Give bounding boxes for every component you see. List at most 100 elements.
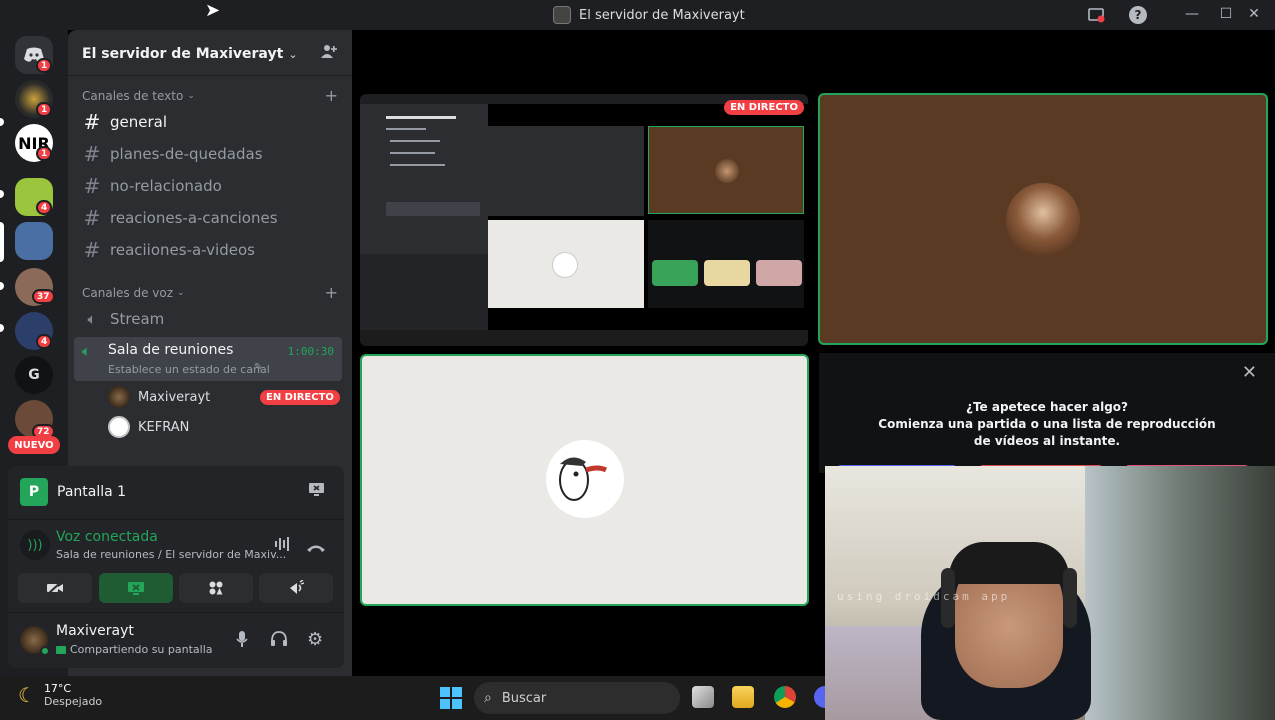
user-status: Compartiendo su pantalla <box>70 643 213 656</box>
mirror-nested <box>488 126 644 216</box>
channel-reaciones-a-canciones[interactable]: # reaciones-a-canciones <box>82 202 338 234</box>
avatar <box>546 440 624 518</box>
soundboard-button[interactable] <box>259 573 333 603</box>
new-badge: NUEVO <box>8 436 60 454</box>
taskbar-search[interactable]: ⌕ Buscar <box>474 682 680 714</box>
moon-icon: ☾ <box>18 683 36 707</box>
screen-share-title: Pantalla 1 <box>57 484 127 500</box>
disconnect-icon[interactable] <box>306 538 326 557</box>
text-category-label: Canales de texto <box>82 89 184 103</box>
active-server-icon[interactable] <box>15 222 53 260</box>
unread-badge: 37 <box>32 289 55 304</box>
weather-condition: Despejado <box>43 695 103 708</box>
mirror-text <box>390 140 440 142</box>
activities-button[interactable] <box>179 573 253 603</box>
mirror-sidebar <box>360 104 488 330</box>
server-icon-g[interactable]: G <box>15 356 53 394</box>
add-voice-channel-icon[interactable]: + <box>325 283 338 302</box>
user-status-row: Compartiendo su pantalla <box>56 643 213 656</box>
stop-streaming-icon[interactable] <box>308 482 325 501</box>
voice-member[interactable]: KEFRAN <box>108 414 189 440</box>
window-title-text: El servidor de Maxiverayt <box>579 7 745 23</box>
participant-tile-maxiverayt[interactable] <box>818 93 1268 345</box>
avatar <box>108 386 130 408</box>
chevron-down-icon: ⌄ <box>177 288 185 298</box>
headphones-icon[interactable] <box>270 631 288 651</box>
unread-badge: 4 <box>36 200 53 215</box>
unread-badge: 1 <box>36 58 53 73</box>
minimize-button[interactable]: — <box>1182 6 1202 22</box>
discord-taskbar-icon[interactable] <box>814 686 825 708</box>
hash-icon: # <box>83 110 101 134</box>
hash-icon: # <box>83 142 101 166</box>
channel-no-relacionado[interactable]: # no-relacionado <box>82 170 338 202</box>
mirror-brown-tile <box>648 126 804 214</box>
hash-icon: # <box>83 206 101 230</box>
live-badge: EN DIRECTO <box>260 390 340 405</box>
task-view-icon[interactable] <box>692 686 714 708</box>
participant-tile-kefran[interactable] <box>360 354 809 606</box>
voice-status[interactable]: Voz conectada <box>56 529 158 545</box>
channel-planes-de-quedadas[interactable]: # planes-de-quedadas <box>82 138 338 170</box>
unread-pip <box>0 190 4 198</box>
close-button[interactable]: ✕ <box>1244 6 1264 22</box>
channel-label: Stream <box>110 310 165 328</box>
channel-general[interactable]: # general <box>82 106 338 138</box>
headphone-cup <box>1063 568 1077 628</box>
server-header[interactable]: El servidor de Maxiverayt ⌄ <box>68 30 352 76</box>
chrome-icon[interactable] <box>774 686 796 708</box>
voice-category-label: Canales de voz <box>82 286 174 300</box>
voice-location[interactable]: Sala de reuniones / El servidor de Maxiv… <box>56 548 286 561</box>
channel-reaciiones-a-videos[interactable]: # reaciiones-a-videos <box>82 234 338 266</box>
soundboard-icon <box>290 580 304 594</box>
mirror-activity <box>648 220 804 308</box>
inbox-icon[interactable] <box>1086 6 1106 28</box>
channel-label: reaciones-a-canciones <box>110 209 278 227</box>
activity-subtitle: Comienza una partida o una lista de repr… <box>878 417 1216 448</box>
voice-category[interactable]: Canales de voz ⌄ <box>82 286 185 300</box>
unread-badge: 4 <box>36 334 53 349</box>
speaker-icon: 🔈︎ <box>87 310 97 328</box>
windows-start-icon[interactable] <box>440 687 462 713</box>
channel-status-hint[interactable]: Establece un estado de canal <box>108 363 270 376</box>
activity-card <box>704 260 750 286</box>
mirror-stage <box>488 104 808 330</box>
screen-share-tile[interactable]: EN DIRECTO <box>360 94 808 346</box>
file-explorer-icon[interactable] <box>732 686 754 708</box>
server-name-row: El servidor de Maxiverayt ⌄ <box>82 43 298 62</box>
pencil-icon[interactable]: ✎ <box>254 362 262 373</box>
help-icon[interactable]: ? <box>1129 6 1147 24</box>
speaker-icon: 🔈︎ <box>82 342 92 360</box>
unread-badge: 1 <box>36 102 53 117</box>
divider <box>8 612 344 613</box>
member-name: Maxiverayt <box>138 389 211 405</box>
maximize-button[interactable]: ☐ <box>1216 6 1236 22</box>
voice-timer: 1:00:30 <box>287 345 334 358</box>
close-icon[interactable]: ✕ <box>1242 362 1257 383</box>
webcam-overlay: using droidcam app <box>825 466 1275 720</box>
user-name[interactable]: Maxiverayt <box>56 623 134 639</box>
unread-badge: 1 <box>36 146 53 161</box>
camera-off-button[interactable] <box>18 573 92 603</box>
weather-text: 17°C Despejado <box>44 682 102 708</box>
text-category[interactable]: Canales de texto ⌄ <box>82 89 195 103</box>
activities-icon <box>209 581 223 595</box>
microphone-icon[interactable] <box>236 630 248 652</box>
gear-icon[interactable]: ⚙ <box>307 629 323 650</box>
voice-channel-label: Sala de reuniones <box>108 342 234 358</box>
screen-share-button[interactable] <box>99 573 173 603</box>
server-name: El servidor de Maxiverayt <box>82 46 284 62</box>
voice-member[interactable]: Maxiverayt <box>108 384 210 410</box>
noise-suppression-icon[interactable] <box>274 536 292 555</box>
voice-channel-stream[interactable]: 🔈︎ Stream <box>82 303 338 335</box>
voice-channel-sala-de-reuniones[interactable]: 🔈︎ Sala de reuniones 1:00:30 Establece u… <box>74 337 342 381</box>
camera-off-icon <box>47 581 63 595</box>
windows-taskbar: ☾ 17°C Despejado ⌕ Buscar <box>0 676 825 720</box>
window-title: El servidor de Maxiverayt <box>553 6 745 24</box>
add-member-icon[interactable] <box>320 43 338 63</box>
signal-icon: ))) <box>20 530 50 560</box>
weather-widget[interactable]: ☾ 17°C Despejado <box>18 682 102 708</box>
add-text-channel-icon[interactable]: + <box>325 86 338 105</box>
avatar <box>715 159 739 183</box>
mirror-taskbar <box>360 330 808 346</box>
